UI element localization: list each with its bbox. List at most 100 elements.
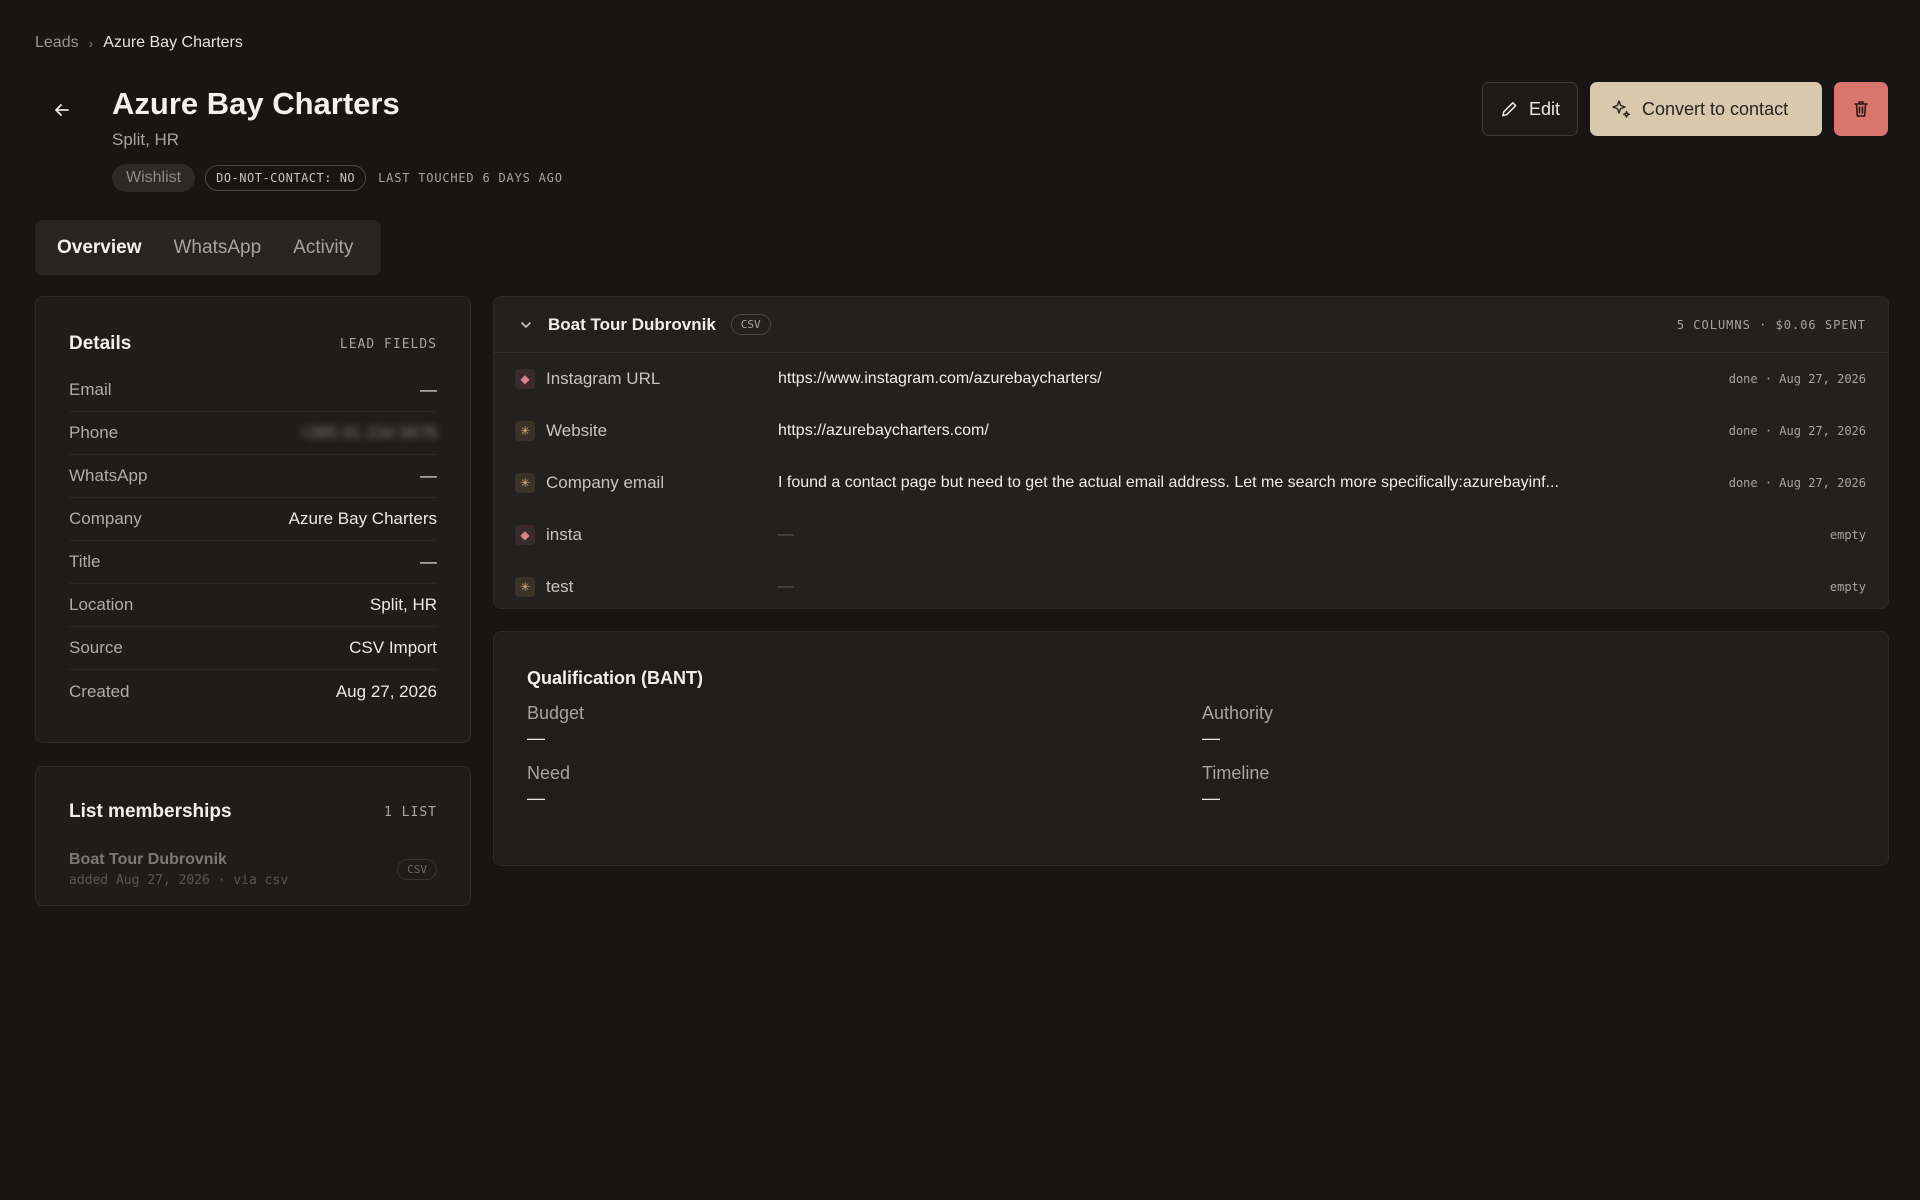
details-card: Details LEAD FIELDS Email — Phone +385 9… bbox=[35, 296, 471, 743]
column-name: Company email bbox=[546, 473, 665, 492]
detail-value: — bbox=[420, 380, 437, 399]
enrichment-panel: Boat Tour Dubrovnik CSV 5 COLUMNS · $0.0… bbox=[493, 296, 1889, 609]
enrichment-title: Boat Tour Dubrovnik bbox=[548, 314, 716, 334]
column-value: https://www.instagram.com/azurebaycharte… bbox=[778, 370, 1102, 387]
column-value: — bbox=[778, 578, 794, 595]
detail-label: WhatsApp bbox=[69, 466, 148, 485]
bant-budget: Budget — bbox=[527, 703, 1202, 749]
bant-value: — bbox=[527, 728, 545, 748]
bant-value: — bbox=[527, 788, 545, 808]
enrichment-header: Boat Tour Dubrovnik CSV 5 COLUMNS · $0.0… bbox=[494, 297, 1888, 353]
trash-icon bbox=[1854, 101, 1868, 117]
bant-need: Need — bbox=[527, 763, 1202, 809]
detail-label: Company bbox=[69, 509, 142, 528]
enrichment-row-website[interactable]: ✳ Website https://azurebaycharters.com/ … bbox=[494, 405, 1888, 457]
arrow-left-icon bbox=[55, 104, 69, 116]
detail-value: — bbox=[420, 466, 437, 485]
list-count: 1 LIST bbox=[384, 804, 437, 820]
detail-row-source: Source CSV Import bbox=[69, 627, 437, 670]
sparkle-icon bbox=[1612, 100, 1630, 118]
enrichment-row-company-email[interactable]: ✳ Company email I found a contact page b… bbox=[494, 457, 1888, 509]
convert-button-label: Convert to contact bbox=[1642, 98, 1789, 119]
tab-whatsapp[interactable]: WhatsApp bbox=[160, 229, 276, 267]
column-name: Instagram URL bbox=[546, 369, 661, 388]
enrichment-row-test[interactable]: ✳ test — empty bbox=[494, 561, 1888, 613]
enrichment-meta: 5 COLUMNS · $0.06 SPENT bbox=[1676, 317, 1866, 332]
list-memberships-title: List memberships bbox=[69, 801, 232, 822]
breadcrumb: Leads › Azure Bay Charters bbox=[35, 34, 243, 52]
detail-row-whatsapp: WhatsApp — bbox=[69, 455, 437, 498]
bant-timeline: Timeline — bbox=[1202, 763, 1855, 809]
detail-value: — bbox=[420, 552, 437, 571]
tab-bar: Overview WhatsApp Activity bbox=[35, 220, 381, 275]
bant-label: Authority bbox=[1202, 703, 1274, 723]
bant-authority: Authority — bbox=[1202, 703, 1855, 749]
header-actions: Edit Convert to contact bbox=[1482, 82, 1888, 136]
sparkle-icon: ✳ bbox=[515, 421, 535, 441]
detail-label: Phone bbox=[69, 423, 119, 442]
detail-label: Email bbox=[69, 380, 112, 399]
list-added-text: added Aug 27, 2026 · via csv bbox=[69, 873, 289, 888]
detail-row-location: Location Split, HR bbox=[69, 584, 437, 627]
delete-button[interactable] bbox=[1834, 82, 1888, 136]
page-subtitle: Split, HR bbox=[112, 130, 180, 149]
detail-row-email: Email — bbox=[69, 369, 437, 412]
collapse-toggle[interactable] bbox=[516, 315, 536, 335]
sparkle-icon: ✳ bbox=[515, 577, 535, 597]
detail-row-created: Created Aug 27, 2026 bbox=[69, 670, 437, 713]
enrichment-source-badge: CSV bbox=[730, 314, 771, 335]
breadcrumb-current: Azure Bay Charters bbox=[103, 34, 243, 51]
bant-title: Qualification (BANT) bbox=[527, 668, 703, 688]
detail-value-redacted: +385 91 234 5678 bbox=[299, 423, 437, 442]
bant-card: Qualification (BANT) Budget — Authority … bbox=[493, 631, 1889, 866]
detail-value: Aug 27, 2026 bbox=[335, 681, 437, 701]
last-touched-text: LAST TOUCHED 6 DAYS AGO bbox=[378, 171, 563, 185]
bant-label: Budget bbox=[527, 703, 585, 723]
details-tag: LEAD FIELDS bbox=[339, 336, 437, 352]
bant-value: — bbox=[1202, 728, 1220, 748]
list-source-badge: CSV bbox=[397, 859, 437, 880]
list-item[interactable]: Boat Tour Dubrovnik added Aug 27, 2026 ·… bbox=[69, 851, 437, 888]
instagram-icon: ◆ bbox=[515, 525, 535, 545]
list-memberships-card: List memberships 1 LIST Boat Tour Dubrov… bbox=[35, 766, 471, 906]
convert-to-contact-button[interactable]: Convert to contact bbox=[1590, 82, 1822, 136]
chevron-right-icon: › bbox=[88, 35, 94, 51]
sparkle-icon: ✳ bbox=[515, 473, 535, 493]
bant-label: Need bbox=[527, 763, 571, 783]
chevron-down-icon bbox=[521, 321, 531, 328]
back-button[interactable] bbox=[46, 94, 78, 126]
detail-label: Location bbox=[69, 595, 134, 614]
pencil-icon bbox=[1502, 102, 1517, 117]
column-value: I found a contact page but need to get t… bbox=[778, 474, 1559, 491]
column-status: empty bbox=[1829, 528, 1866, 542]
column-value: — bbox=[778, 526, 794, 543]
column-name: insta bbox=[546, 525, 582, 544]
list-name: Boat Tour Dubrovnik bbox=[69, 851, 227, 868]
column-status: empty bbox=[1829, 580, 1866, 594]
do-not-contact-badge: DO-NOT-CONTACT: NO bbox=[205, 165, 367, 191]
detail-row-title: Title — bbox=[69, 541, 437, 584]
column-name: Website bbox=[546, 421, 608, 440]
bant-value: — bbox=[1202, 788, 1220, 808]
page-title: Azure Bay Charters bbox=[112, 86, 400, 121]
column-name: test bbox=[546, 577, 574, 596]
instagram-icon: ◆ bbox=[515, 369, 535, 389]
edit-button-label: Edit bbox=[1528, 98, 1560, 119]
column-status: done · Aug 27, 2026 bbox=[1728, 476, 1866, 490]
tab-overview[interactable]: Overview bbox=[43, 229, 156, 267]
tab-activity[interactable]: Activity bbox=[279, 229, 367, 267]
enrichment-row-instagram-url[interactable]: ◆ Instagram URL https://www.instagram.co… bbox=[494, 353, 1888, 405]
detail-value: CSV Import bbox=[349, 638, 437, 657]
enrichment-row-insta[interactable]: ◆ insta — empty bbox=[494, 509, 1888, 561]
breadcrumb-leads-link[interactable]: Leads bbox=[35, 34, 79, 52]
detail-label: Created bbox=[69, 681, 130, 701]
detail-row-company: Company Azure Bay Charters bbox=[69, 498, 437, 541]
column-value: https://azurebaycharters.com/ bbox=[778, 422, 989, 439]
edit-button[interactable]: Edit bbox=[1482, 82, 1578, 136]
status-badge[interactable]: Wishlist bbox=[112, 164, 196, 192]
column-status: done · Aug 27, 2026 bbox=[1728, 372, 1866, 386]
details-title: Details bbox=[69, 333, 132, 354]
detail-value: Split, HR bbox=[369, 595, 437, 614]
detail-label: Title bbox=[69, 552, 101, 571]
detail-row-phone: Phone +385 91 234 5678 bbox=[69, 412, 437, 455]
